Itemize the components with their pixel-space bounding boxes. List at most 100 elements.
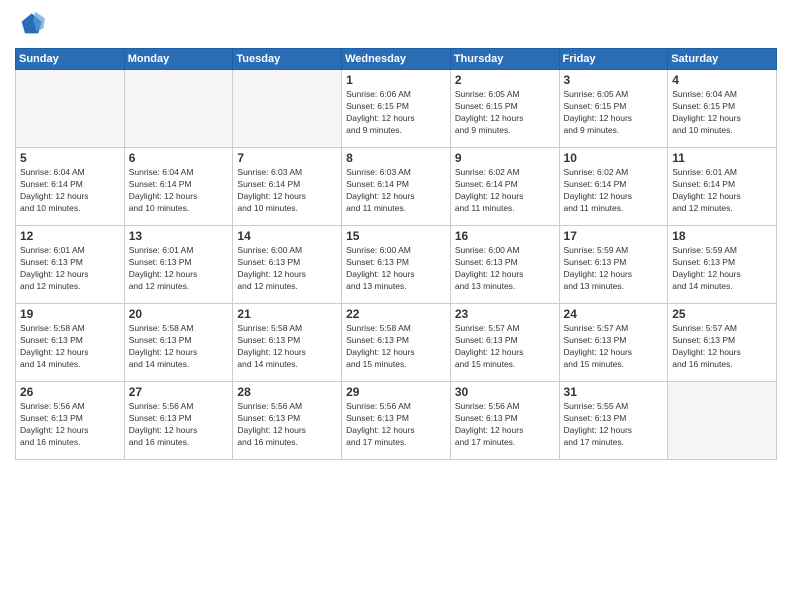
week-row-2: 5 Sunrise: 6:04 AM Sunset: 6:14 PM Daylig… [16, 148, 777, 226]
day-info: Sunrise: 6:02 AM Sunset: 6:14 PM Dayligh… [455, 167, 555, 215]
day-info: Sunrise: 5:57 AM Sunset: 6:13 PM Dayligh… [564, 323, 664, 371]
weekday-header-tuesday: Tuesday [233, 49, 342, 70]
day-info: Sunrise: 6:04 AM Sunset: 6:14 PM Dayligh… [20, 167, 120, 215]
day-info: Sunrise: 5:56 AM Sunset: 6:13 PM Dayligh… [455, 401, 555, 449]
weekday-header-sunday: Sunday [16, 49, 125, 70]
day-info: Sunrise: 5:59 AM Sunset: 6:13 PM Dayligh… [672, 245, 772, 293]
day-cell-14: 14Sunrise: 6:00 AM Sunset: 6:13 PM Dayli… [233, 226, 342, 304]
weekday-header-thursday: Thursday [450, 49, 559, 70]
day-number: 7 [237, 151, 337, 165]
day-cell-3: 3Sunrise: 6:05 AM Sunset: 6:15 PM Daylig… [559, 70, 668, 148]
week-row-3: 12 Sunrise: 6:01 AM Sunset: 6:13 PM Dayli… [16, 226, 777, 304]
day-number: 22 [346, 307, 446, 321]
day-number: 18 [672, 229, 772, 243]
day-cell-5: 5 Sunrise: 6:04 AM Sunset: 6:14 PM Daylig… [16, 148, 125, 226]
day-cell-25: 25Sunrise: 5:57 AM Sunset: 6:13 PM Dayli… [668, 304, 777, 382]
empty-cell [124, 70, 233, 148]
day-cell-21: 21 Sunrise: 5:58 AM Sunset: 6:13 PM Dayli… [233, 304, 342, 382]
header [15, 10, 777, 40]
day-cell-6: 6Sunrise: 6:04 AM Sunset: 6:14 PM Daylig… [124, 148, 233, 226]
day-cell-4: 4 Sunrise: 6:04 AM Sunset: 6:15 PM Daylig… [668, 70, 777, 148]
day-number: 25 [672, 307, 772, 321]
week-row-4: 19 Sunrise: 5:58 AM Sunset: 6:13 PM Dayli… [16, 304, 777, 382]
day-info: Sunrise: 6:00 AM Sunset: 6:13 PM Dayligh… [455, 245, 555, 293]
empty-cell [233, 70, 342, 148]
day-cell-2: 2 Sunrise: 6:05 AM Sunset: 6:15 PM Daylig… [450, 70, 559, 148]
day-cell-10: 10 Sunrise: 6:02 AM Sunset: 6:14 PM Dayli… [559, 148, 668, 226]
day-cell-22: 22 Sunrise: 5:58 AM Sunset: 6:13 PM Dayli… [342, 304, 451, 382]
day-info: Sunrise: 6:03 AM Sunset: 6:14 PM Dayligh… [237, 167, 337, 215]
day-number: 31 [564, 385, 664, 399]
weekday-header-monday: Monday [124, 49, 233, 70]
day-number: 4 [672, 73, 772, 87]
day-number: 30 [455, 385, 555, 399]
day-info: Sunrise: 6:01 AM Sunset: 6:13 PM Dayligh… [20, 245, 120, 293]
day-cell-27: 27 Sunrise: 5:56 AM Sunset: 6:13 PM Dayli… [124, 382, 233, 460]
day-cell-24: 24 Sunrise: 5:57 AM Sunset: 6:13 PM Dayli… [559, 304, 668, 382]
day-cell-9: 9 Sunrise: 6:02 AM Sunset: 6:14 PM Daylig… [450, 148, 559, 226]
day-cell-30: 30 Sunrise: 5:56 AM Sunset: 6:13 PM Dayli… [450, 382, 559, 460]
day-cell-15: 15 Sunrise: 6:00 AM Sunset: 6:13 PM Dayli… [342, 226, 451, 304]
day-info: Sunrise: 5:56 AM Sunset: 6:13 PM Dayligh… [129, 401, 229, 449]
page: SundayMondayTuesdayWednesdayThursdayFrid… [0, 0, 792, 612]
day-number: 17 [564, 229, 664, 243]
day-info: Sunrise: 6:02 AM Sunset: 6:14 PM Dayligh… [564, 167, 664, 215]
week-row-1: 1 Sunrise: 6:06 AM Sunset: 6:15 PM Daylig… [16, 70, 777, 148]
day-number: 16 [455, 229, 555, 243]
day-info: Sunrise: 5:56 AM Sunset: 6:13 PM Dayligh… [346, 401, 446, 449]
day-cell-29: 29 Sunrise: 5:56 AM Sunset: 6:13 PM Dayli… [342, 382, 451, 460]
day-number: 15 [346, 229, 446, 243]
day-cell-13: 13Sunrise: 6:01 AM Sunset: 6:13 PM Dayli… [124, 226, 233, 304]
day-cell-31: 31Sunrise: 5:55 AM Sunset: 6:13 PM Dayli… [559, 382, 668, 460]
day-cell-28: 28 Sunrise: 5:56 AM Sunset: 6:13 PM Dayli… [233, 382, 342, 460]
weekday-header-friday: Friday [559, 49, 668, 70]
day-cell-18: 18 Sunrise: 5:59 AM Sunset: 6:13 PM Dayli… [668, 226, 777, 304]
empty-cell [668, 382, 777, 460]
day-cell-1: 1 Sunrise: 6:06 AM Sunset: 6:15 PM Daylig… [342, 70, 451, 148]
day-number: 12 [20, 229, 120, 243]
weekday-header-wednesday: Wednesday [342, 49, 451, 70]
day-number: 28 [237, 385, 337, 399]
day-info: Sunrise: 5:58 AM Sunset: 6:13 PM Dayligh… [237, 323, 337, 371]
day-number: 21 [237, 307, 337, 321]
week-row-5: 26 Sunrise: 5:56 AM Sunset: 6:13 PM Dayli… [16, 382, 777, 460]
day-number: 20 [129, 307, 229, 321]
day-cell-20: 20 Sunrise: 5:58 AM Sunset: 6:13 PM Dayli… [124, 304, 233, 382]
logo-icon [15, 10, 45, 40]
day-number: 5 [20, 151, 120, 165]
day-number: 26 [20, 385, 120, 399]
day-number: 19 [20, 307, 120, 321]
day-number: 10 [564, 151, 664, 165]
day-info: Sunrise: 5:58 AM Sunset: 6:13 PM Dayligh… [346, 323, 446, 371]
day-cell-11: 11Sunrise: 6:01 AM Sunset: 6:14 PM Dayli… [668, 148, 777, 226]
day-info: Sunrise: 5:58 AM Sunset: 6:13 PM Dayligh… [129, 323, 229, 371]
day-number: 1 [346, 73, 446, 87]
day-cell-8: 8Sunrise: 6:03 AM Sunset: 6:14 PM Daylig… [342, 148, 451, 226]
day-cell-23: 23Sunrise: 5:57 AM Sunset: 6:13 PM Dayli… [450, 304, 559, 382]
day-info: Sunrise: 5:58 AM Sunset: 6:13 PM Dayligh… [20, 323, 120, 371]
day-number: 27 [129, 385, 229, 399]
day-info: Sunrise: 6:05 AM Sunset: 6:15 PM Dayligh… [564, 89, 664, 137]
day-number: 11 [672, 151, 772, 165]
day-number: 14 [237, 229, 337, 243]
day-info: Sunrise: 5:59 AM Sunset: 6:13 PM Dayligh… [564, 245, 664, 293]
weekday-header-saturday: Saturday [668, 49, 777, 70]
day-info: Sunrise: 6:04 AM Sunset: 6:15 PM Dayligh… [672, 89, 772, 137]
empty-cell [16, 70, 125, 148]
day-info: Sunrise: 5:56 AM Sunset: 6:13 PM Dayligh… [237, 401, 337, 449]
day-cell-16: 16 Sunrise: 6:00 AM Sunset: 6:13 PM Dayli… [450, 226, 559, 304]
day-info: Sunrise: 6:00 AM Sunset: 6:13 PM Dayligh… [346, 245, 446, 293]
day-info: Sunrise: 6:05 AM Sunset: 6:15 PM Dayligh… [455, 89, 555, 137]
day-cell-19: 19 Sunrise: 5:58 AM Sunset: 6:13 PM Dayli… [16, 304, 125, 382]
day-info: Sunrise: 6:01 AM Sunset: 6:13 PM Dayligh… [129, 245, 229, 293]
day-number: 29 [346, 385, 446, 399]
calendar: SundayMondayTuesdayWednesdayThursdayFrid… [15, 48, 777, 460]
day-info: Sunrise: 6:06 AM Sunset: 6:15 PM Dayligh… [346, 89, 446, 137]
day-cell-7: 7 Sunrise: 6:03 AM Sunset: 6:14 PM Daylig… [233, 148, 342, 226]
day-number: 9 [455, 151, 555, 165]
day-cell-26: 26Sunrise: 5:56 AM Sunset: 6:13 PM Dayli… [16, 382, 125, 460]
day-cell-12: 12 Sunrise: 6:01 AM Sunset: 6:13 PM Dayli… [16, 226, 125, 304]
day-cell-17: 17 Sunrise: 5:59 AM Sunset: 6:13 PM Dayli… [559, 226, 668, 304]
day-number: 24 [564, 307, 664, 321]
day-number: 2 [455, 73, 555, 87]
